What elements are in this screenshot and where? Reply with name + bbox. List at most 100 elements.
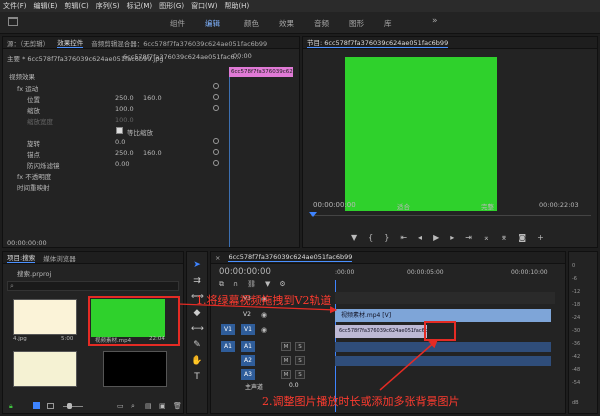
- time-remap-effect[interactable]: 时间重映射: [17, 182, 50, 192]
- menu-file[interactable]: 文件(F): [3, 1, 27, 11]
- step-back-icon[interactable]: ◂: [418, 233, 422, 242]
- menu-help[interactable]: 帮助(H): [224, 1, 249, 11]
- track-a3-label[interactable]: A3: [241, 369, 255, 380]
- step-forward-icon[interactable]: ▸: [450, 233, 454, 242]
- effect-timecode[interactable]: 00:00:00:00: [7, 239, 47, 247]
- nest-icon[interactable]: ⧉: [219, 280, 224, 289]
- menu-edit[interactable]: 编辑(E): [34, 1, 58, 11]
- program-playhead-icon[interactable]: [309, 212, 317, 217]
- mute-button[interactable]: M: [281, 356, 291, 365]
- tab-project[interactable]: 项目:搜索: [7, 252, 36, 263]
- reset-icon[interactable]: [213, 149, 219, 155]
- mute-button[interactable]: M: [281, 370, 291, 379]
- menu-clip[interactable]: 剪辑(C): [64, 1, 88, 11]
- tab-source[interactable]: 源：（无剪辑）: [7, 38, 49, 48]
- tab-media-browser[interactable]: 媒体浏览器: [43, 253, 76, 263]
- trash-icon[interactable]: 🗑︎: [173, 402, 182, 410]
- program-timecode[interactable]: 00:00:00:00: [313, 201, 356, 209]
- track-a2-label[interactable]: A2: [241, 355, 255, 366]
- image-thumbnail[interactable]: [13, 299, 77, 335]
- position-y-value[interactable]: 160.0: [143, 94, 162, 102]
- slip-tool-icon[interactable]: ⟷: [191, 324, 204, 336]
- tab-audio-mixer[interactable]: 音频剪辑混合器：6cc578f7fa376039c624ae051fac6b99: [91, 38, 267, 48]
- motion-effect[interactable]: fx 运动: [17, 83, 38, 93]
- fit-dropdown[interactable]: 适合: [397, 201, 410, 211]
- reset-icon[interactable]: [213, 94, 219, 100]
- new-bin-icon[interactable]: ▭: [117, 402, 124, 410]
- search-input[interactable]: ⌕: [7, 281, 179, 291]
- workspace-effects[interactable]: 效果: [279, 18, 294, 29]
- master-volume[interactable]: 0.0: [289, 382, 299, 389]
- list-view-icon[interactable]: [33, 402, 40, 409]
- program-scrubber[interactable]: [311, 215, 591, 216]
- menu-window[interactable]: 窗口(W): [191, 1, 217, 11]
- add-button-icon[interactable]: +: [537, 233, 544, 242]
- track-v2-label[interactable]: V2: [243, 311, 251, 318]
- play-icon[interactable]: ▶: [433, 233, 439, 242]
- workspace-libraries[interactable]: 库: [384, 18, 392, 29]
- mark-in-icon[interactable]: {: [368, 233, 373, 242]
- position-x-value[interactable]: 250.0: [115, 94, 134, 102]
- close-icon[interactable]: ×: [215, 254, 220, 262]
- source-a1-patch[interactable]: A1: [221, 341, 235, 352]
- workspace-audio[interactable]: 音频: [314, 18, 329, 29]
- program-title[interactable]: 节目: 6cc578f7fa376039c624ae051fac6b99: [307, 37, 449, 48]
- wrench-icon[interactable]: ⚙︎: [279, 280, 285, 289]
- menu-markers[interactable]: 标记(M): [127, 1, 153, 11]
- linked-icon[interactable]: ⛓︎: [247, 280, 256, 289]
- selection-tool-icon[interactable]: ➤: [191, 260, 203, 272]
- mute-button[interactable]: M: [281, 342, 291, 351]
- track-a1-label[interactable]: A1: [241, 341, 255, 352]
- eye-icon[interactable]: ◉: [261, 311, 267, 319]
- mark-out-icon[interactable]: }: [384, 233, 389, 242]
- menu-sequence[interactable]: 序列(S): [96, 1, 120, 11]
- lift-icon[interactable]: ⌅: [483, 233, 490, 242]
- go-to-in-icon[interactable]: ⇤: [400, 233, 407, 242]
- folder-icon[interactable]: ▤: [145, 402, 152, 410]
- zoom-slider[interactable]: [63, 406, 83, 407]
- type-tool-icon[interactable]: T: [191, 372, 203, 384]
- opacity-effect[interactable]: fx 不透明度: [17, 171, 51, 181]
- clip-a2-audio[interactable]: [335, 356, 551, 366]
- home-icon[interactable]: [8, 17, 18, 26]
- snap-icon[interactable]: ∩: [233, 280, 238, 289]
- quality-dropdown[interactable]: 完整: [481, 201, 494, 211]
- workspace-assembly[interactable]: 组件: [170, 18, 185, 29]
- track-select-icon[interactable]: ⇉: [191, 276, 203, 288]
- eye-icon[interactable]: ◉: [261, 326, 267, 334]
- clip-v1-image[interactable]: 6cc578f7fa376039c624ae051fac6b99.jpg: [335, 325, 427, 338]
- new-item-icon[interactable]: ▣: [159, 402, 166, 410]
- find-icon[interactable]: ⌕: [131, 402, 135, 411]
- anti-flicker-value[interactable]: 0.00: [115, 160, 129, 168]
- reset-icon[interactable]: [213, 83, 219, 89]
- clip-a1-audio[interactable]: [335, 342, 551, 352]
- sequence-tab[interactable]: 6cc578f7fa376039c624ae051fac6b99: [228, 253, 353, 262]
- rotation-value[interactable]: 0.0: [115, 138, 125, 146]
- menu-graphics[interactable]: 图形(G): [159, 1, 184, 11]
- clip-tag[interactable]: 6cc578f7fa376039c624ae...: [229, 67, 293, 77]
- scale-value[interactable]: 100.0: [115, 105, 134, 113]
- razor-tool-icon[interactable]: ◆: [191, 308, 203, 320]
- workspace-color[interactable]: 颜色: [244, 18, 259, 29]
- black-video-thumbnail[interactable]: [103, 351, 167, 387]
- marker-icon[interactable]: ▼: [265, 280, 270, 289]
- icon-view-icon[interactable]: [47, 403, 54, 409]
- timeline-timecode[interactable]: 00:00:00:00: [219, 267, 271, 277]
- track-v3-lane[interactable]: [335, 292, 555, 304]
- program-preview-green[interactable]: [345, 57, 497, 211]
- workspace-graphics[interactable]: 图形: [349, 18, 364, 29]
- extract-icon[interactable]: ⌆: [501, 233, 508, 242]
- workspace-editing[interactable]: 编辑: [205, 18, 220, 29]
- zoom-slider-thumb[interactable]: [67, 403, 72, 409]
- reset-icon[interactable]: [213, 105, 219, 111]
- source-v1-patch[interactable]: V1: [221, 324, 235, 335]
- anchor-y-value[interactable]: 160.0: [143, 149, 162, 157]
- more-workspaces-button[interactable]: »: [432, 16, 438, 26]
- lock-icon[interactable]: 🔒︎: [9, 402, 13, 411]
- solo-button[interactable]: S: [295, 370, 305, 379]
- image-thumbnail[interactable]: [13, 351, 77, 387]
- solo-button[interactable]: S: [295, 342, 305, 351]
- track-v1-label[interactable]: V1: [241, 324, 255, 335]
- solo-button[interactable]: S: [295, 356, 305, 365]
- tab-effect-controls[interactable]: 效果控件: [57, 37, 84, 48]
